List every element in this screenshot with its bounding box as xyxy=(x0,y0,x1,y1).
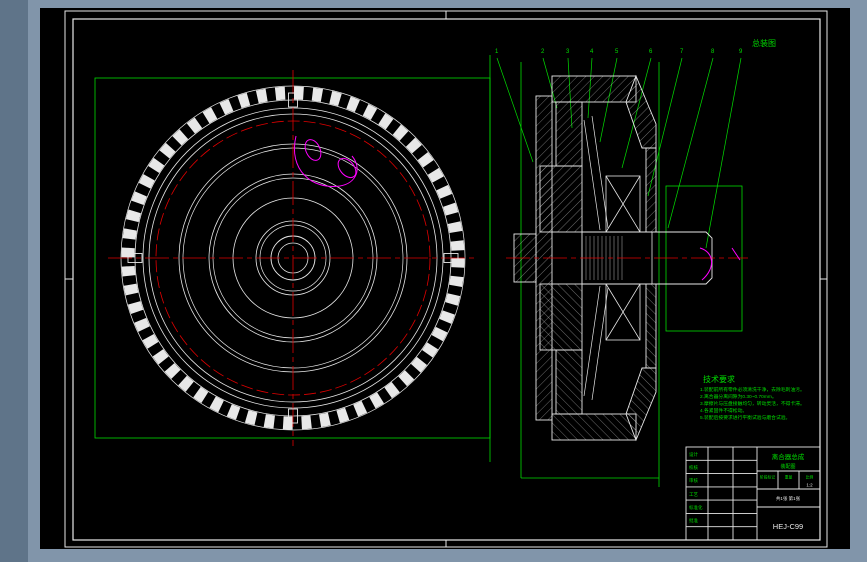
title-row-label: 审核 xyxy=(689,477,698,484)
rim-block xyxy=(551,75,637,103)
drawing-number: HEJ-C99 xyxy=(773,522,803,531)
title-row-label: 设计 xyxy=(689,451,698,458)
title-header: 比例 xyxy=(806,475,814,480)
corner-note: 总装图 xyxy=(752,38,776,48)
left-margin-strip xyxy=(0,0,28,562)
tech-requirement-line: 5.装配后按要求进行平衡试验与磨合试验。 xyxy=(700,414,790,421)
tech-requirements-title: 技术要求 xyxy=(703,374,735,384)
title-header: 重量 xyxy=(785,475,793,480)
title-row-label: 批准 xyxy=(689,517,698,524)
part-name: 离合器总成 xyxy=(772,452,805,461)
web-block xyxy=(555,101,583,167)
title-row-label: 工艺 xyxy=(689,492,698,497)
drawing-type: 装配图 xyxy=(780,463,795,470)
tech-requirement-line: 3.摩擦片与压盘接触均匀，转动灵活，不得卡滞。 xyxy=(700,400,805,407)
drawing-sheet: 总装图 1 2 3 4 5 6 7 8 9 技术要求 1.装配前所有零件必须清洗… xyxy=(0,0,867,562)
tech-requirement-line: 1.装配前所有零件必须清洗干净，去除毛刺油污。 xyxy=(700,386,805,393)
sheet-info: 共1张 第1张 xyxy=(776,495,801,502)
tech-requirement-line: 4.各紧固件不得松动。 xyxy=(700,407,747,414)
title-row-label: 标准化 xyxy=(689,504,703,511)
scale-value: 1:2 xyxy=(806,483,813,488)
title-header: 阶段标记 xyxy=(760,475,775,480)
title-row-label: 校核 xyxy=(689,464,698,471)
cad-viewer: 总装图 1 2 3 4 5 6 7 8 9 技术要求 1.装配前所有零件必须清洗… xyxy=(0,0,867,562)
tech-requirement-line: 2.离合器分离间隙为0.30~0.70mm。 xyxy=(700,393,777,400)
drawing-canvas xyxy=(40,8,850,549)
cover-wall xyxy=(645,147,657,233)
